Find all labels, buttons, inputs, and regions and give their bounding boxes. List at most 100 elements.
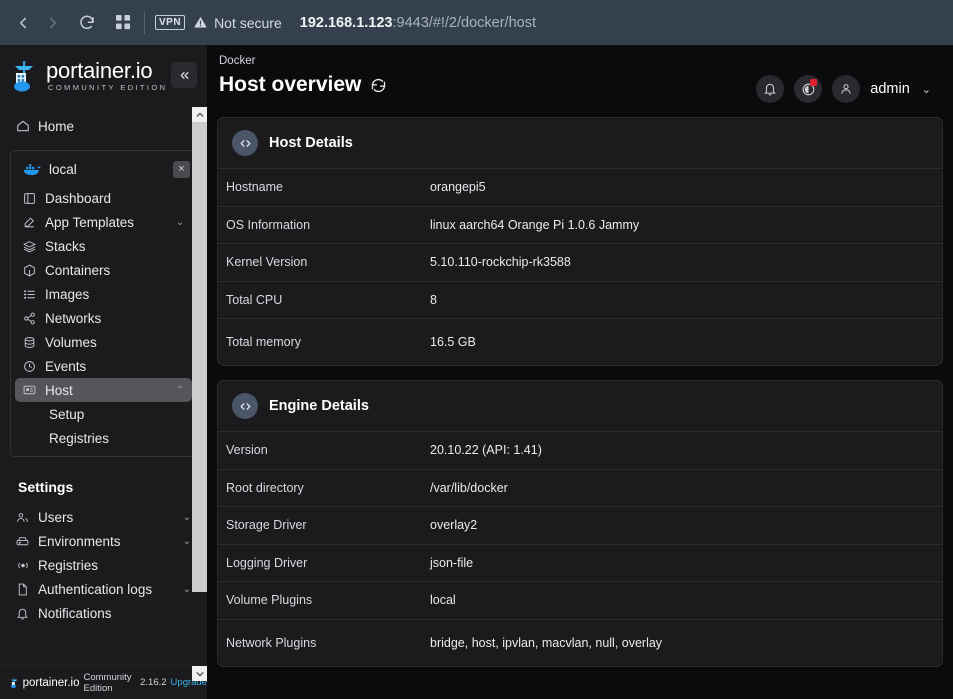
chevron-up-icon[interactable]: ⌃ [176, 385, 184, 396]
user-avatar[interactable] [832, 75, 860, 103]
sidebar-subitem-setup[interactable]: Setup [15, 402, 192, 426]
registries-icon [16, 559, 38, 572]
row-value: 20.10.22 (API: 1.41) [430, 443, 542, 457]
row-value: 5.10.110-rockchip-rk3588 [430, 255, 571, 269]
environment-close-button[interactable]: × [173, 161, 190, 178]
sidebar-item-dashboard[interactable]: Dashboard [15, 186, 192, 210]
networks-icon [23, 312, 45, 325]
sidebar-item-home-label: Home [38, 119, 191, 134]
double-chevron-left-icon [178, 69, 191, 82]
address-bar[interactable]: 192.168.1.123:9443/#!/2/docker/host [300, 15, 536, 31]
row-key: Root directory [218, 481, 430, 495]
user-name[interactable]: admin [870, 81, 910, 97]
sidebar-item-events-label: Events [45, 359, 184, 374]
scrollbar-track[interactable] [192, 122, 207, 666]
row-value: overlay2 [430, 518, 477, 532]
row-key: Logging Driver [218, 556, 430, 570]
logo-text-block: portainer.io COMMUNITY EDITION [46, 60, 167, 92]
grid-icon[interactable] [108, 8, 138, 38]
environment-header[interactable]: local × [11, 156, 196, 182]
row-key: Hostname [218, 180, 430, 194]
sidebar-item-host[interactable]: Host ⌃ [15, 378, 192, 402]
sidebar-item-containers[interactable]: Containers [15, 258, 192, 282]
sidebar-item-registries[interactable]: Registries [8, 553, 199, 577]
chevron-down-icon[interactable]: ⌄ [922, 83, 931, 96]
panel-header: Engine Details [218, 381, 942, 432]
table-row: Total CPU 8 [218, 282, 942, 320]
breadcrumb[interactable]: Docker [217, 55, 943, 73]
sidebar: portainer.io COMMUNITY EDITION Home [0, 45, 207, 699]
settings-menu: Users ⌄ Environments ⌄ Registries Authen… [0, 505, 207, 625]
sidebar-item-app-templates[interactable]: App Templates ⌄ [15, 210, 192, 234]
sidebar-item-home[interactable]: Home [8, 114, 199, 138]
row-key: Total memory [218, 335, 430, 349]
table-row: Hostname orangepi5 [218, 169, 942, 207]
sidebar-nav: Home local × Dashboard [0, 107, 207, 665]
table-row: Root directory /var/lib/docker [218, 470, 942, 508]
notifications-button[interactable] [756, 75, 784, 103]
row-value: local [430, 593, 456, 607]
security-label: Not secure [214, 15, 282, 31]
chevron-down-icon[interactable]: ⌄ [183, 536, 191, 547]
sidebar-item-volumes-label: Volumes [45, 335, 184, 350]
scrollbar-up-button[interactable] [192, 107, 207, 122]
browser-toolbar: VPN Not secure 192.168.1.123:9443/#!/2/d… [0, 0, 953, 45]
reload-button[interactable] [72, 8, 102, 38]
users-icon [16, 511, 38, 524]
row-key: Volume Plugins [218, 593, 430, 607]
back-button[interactable] [8, 8, 38, 38]
sidebar-item-environments-label: Environments [38, 534, 183, 549]
footer-product-name: portainer.io [23, 677, 80, 689]
images-icon [23, 288, 45, 301]
settings-section-title: Settings [0, 479, 207, 495]
page-title: Host overview [219, 73, 387, 97]
chevron-down-icon[interactable]: ⌄ [176, 217, 184, 228]
chevron-down-icon[interactable]: ⌄ [183, 584, 191, 595]
panel-title: Engine Details [269, 398, 369, 414]
sidebar-item-auth-logs-label: Authentication logs [38, 582, 183, 597]
events-icon [23, 360, 45, 373]
bell-icon [763, 82, 777, 96]
sidebar-item-events[interactable]: Events [15, 354, 192, 378]
sidebar-item-stacks[interactable]: Stacks [15, 234, 192, 258]
sidebar-item-auth-logs[interactable]: Authentication logs ⌄ [8, 577, 199, 601]
container-icon [23, 264, 45, 277]
portainer-logo[interactable]: portainer.io COMMUNITY EDITION [10, 59, 167, 93]
toolbar-divider [144, 12, 145, 34]
sidebar-item-notifications-label: Notifications [38, 606, 191, 621]
scrollbar-thumb[interactable] [192, 122, 207, 592]
theme-toggle-button[interactable] [794, 75, 822, 103]
sidebar-item-app-templates-label: App Templates [45, 215, 176, 230]
forward-button[interactable] [38, 8, 68, 38]
table-row: Storage Driver overlay2 [218, 507, 942, 545]
sidebar-item-volumes[interactable]: Volumes [15, 330, 192, 354]
sidebar-item-images[interactable]: Images [15, 282, 192, 306]
scrollbar-down-button[interactable] [192, 666, 207, 681]
user-area: admin ⌄ [756, 75, 941, 103]
code-icon [232, 393, 258, 419]
row-value: json-file [430, 556, 473, 570]
row-value: bridge, host, ipvlan, macvlan, null, ove… [430, 636, 662, 650]
panel-header: Host Details [218, 118, 942, 169]
table-row: Logging Driver json-file [218, 545, 942, 583]
chevron-down-icon[interactable]: ⌄ [183, 512, 191, 523]
sidebar-item-stacks-label: Stacks [45, 239, 184, 254]
sidebar-subitem-registries[interactable]: Registries [15, 426, 192, 450]
main-content: Docker Host overview admin [207, 45, 953, 699]
security-status[interactable]: Not secure [193, 15, 282, 31]
sidebar-footer: portainer.io Community Edition 2.16.2 Up… [0, 665, 207, 699]
sidebar-item-users[interactable]: Users ⌄ [8, 505, 199, 529]
sidebar-scrollbar[interactable] [192, 107, 207, 681]
sidebar-collapse-button[interactable] [171, 62, 197, 88]
table-row: Version 20.10.22 (API: 1.41) [218, 432, 942, 470]
docker-whale-icon [23, 163, 45, 176]
row-value: 16.5 GB [430, 335, 476, 349]
environment-menu: Dashboard App Templates ⌄ Stacks Contain… [11, 186, 196, 450]
panel-title: Host Details [269, 135, 353, 151]
sidebar-item-notifications[interactable]: Notifications [8, 601, 199, 625]
vpn-badge: VPN [155, 15, 185, 31]
table-row: Total memory 16.5 GB [218, 319, 942, 365]
sidebar-item-environments[interactable]: Environments ⌄ [8, 529, 199, 553]
sidebar-item-networks[interactable]: Networks [15, 306, 192, 330]
refresh-icon[interactable] [370, 77, 387, 94]
